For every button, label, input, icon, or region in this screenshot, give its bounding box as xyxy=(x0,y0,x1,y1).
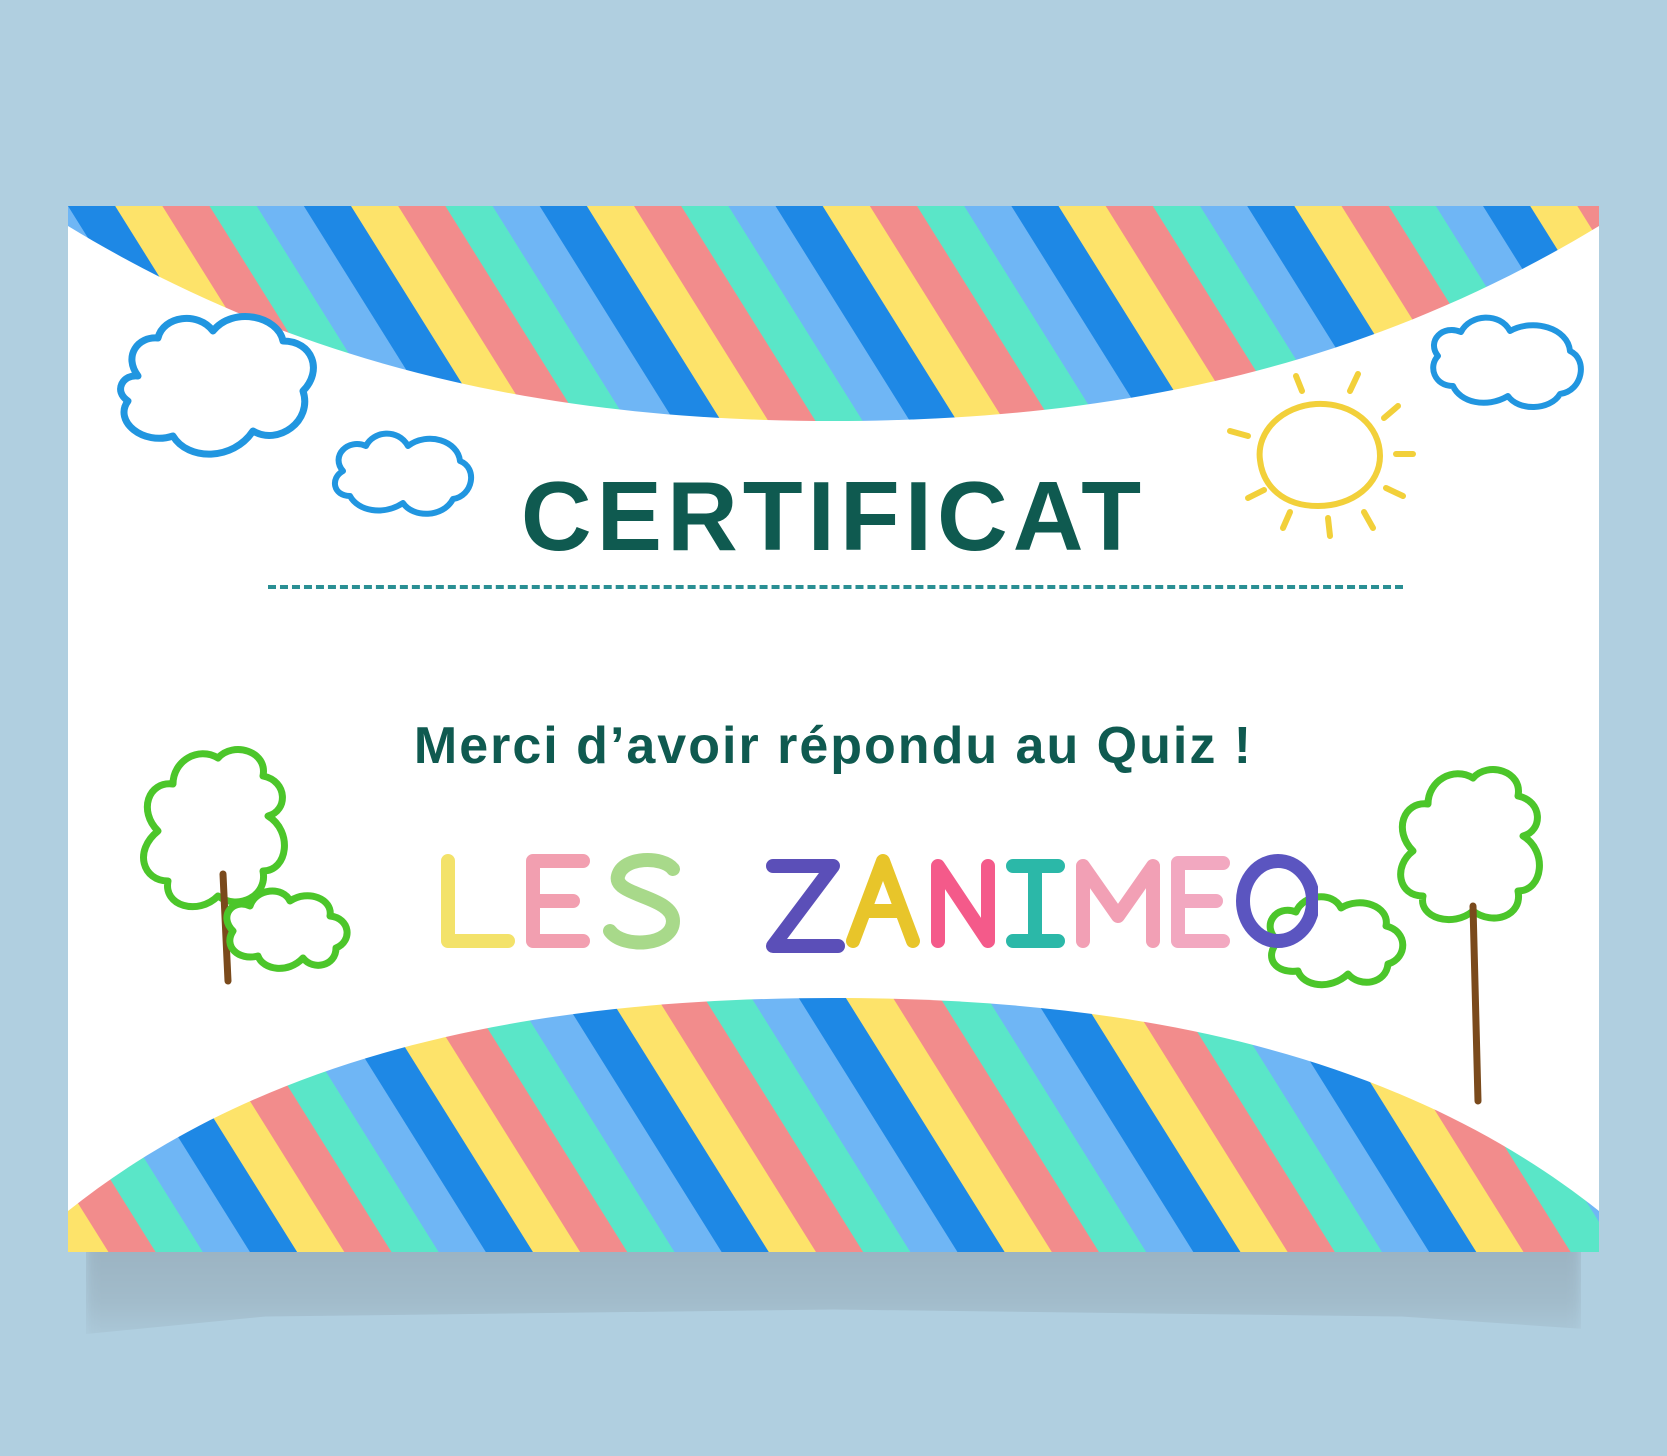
top-stripe-band xyxy=(68,206,1599,421)
tree-icon xyxy=(223,887,351,972)
certificate-title: CERTIFICAT xyxy=(520,461,1147,571)
tree-icon xyxy=(140,746,288,985)
cloud-icon xyxy=(117,313,317,458)
tree-icon xyxy=(1397,766,1543,1105)
bottom-stripe-band xyxy=(68,998,1599,1252)
title-divider xyxy=(268,585,1403,589)
thank-you-message: Merci d’avoir répondu au Quiz ! xyxy=(413,717,1254,775)
certificate-card: CERTIFICAT Merci d’avoir répondu au Quiz… xyxy=(68,206,1599,1252)
brand-logo xyxy=(441,853,1318,953)
cloud-icon xyxy=(1430,314,1584,410)
